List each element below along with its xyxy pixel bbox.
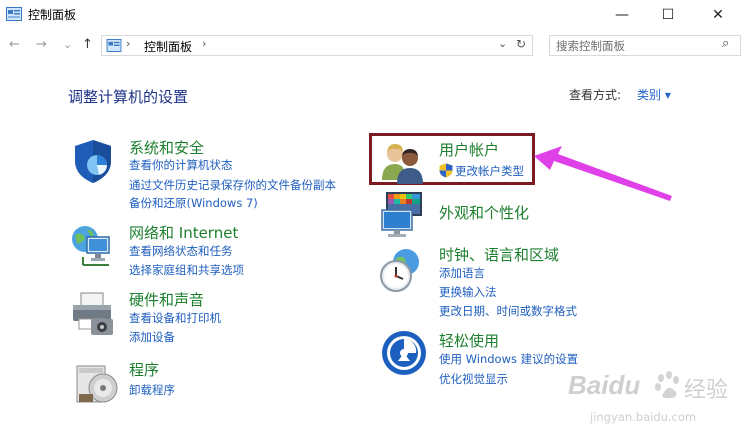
title-bar: 控制面板 — ☐ ✕	[0, 0, 745, 30]
maximize-button[interactable]: ☐	[645, 0, 691, 30]
link-devices-printers[interactable]: 查看设备和打印机	[129, 310, 221, 326]
shield-icon[interactable]	[69, 137, 117, 185]
category-clock-language-region[interactable]: 时钟、语言和区域	[439, 244, 559, 265]
view-by-label: 查看方式:	[569, 88, 622, 102]
recent-locations-button[interactable]: ⌄	[63, 38, 72, 51]
maximize-icon: ☐	[661, 7, 675, 23]
clock-globe-icon[interactable]	[378, 246, 426, 294]
minimize-icon: —	[615, 7, 629, 23]
watermark-cn: 经验	[684, 378, 729, 403]
category-network-internet[interactable]: 网络和 Internet	[129, 222, 238, 243]
category-programs[interactable]: 程序	[129, 359, 159, 380]
breadcrumb-control-panel[interactable]: 控制面板	[144, 38, 192, 55]
view-by-value: 类别	[637, 88, 662, 102]
close-icon: ✕	[712, 7, 724, 23]
link-add-language[interactable]: 添加语言	[439, 265, 485, 281]
ease-of-access-icon[interactable]	[380, 329, 428, 377]
link-change-date-time-format[interactable]: 更改日期、时间或数字格式	[439, 303, 577, 319]
control-panel-icon	[6, 7, 22, 21]
back-button[interactable]: ←	[9, 37, 20, 52]
link-change-account-type[interactable]: 更改帐户类型	[455, 163, 524, 179]
address-dropdown-icon[interactable]: ⌄	[498, 37, 507, 50]
link-change-input-method[interactable]: 更换输入法	[439, 284, 497, 300]
monitor-palette-icon[interactable]	[378, 190, 426, 238]
baidu-paw-icon	[655, 371, 679, 399]
users-icon[interactable]	[378, 138, 426, 186]
up-button[interactable]: ↑	[82, 37, 93, 52]
watermark-brand: Baidu	[568, 370, 641, 400]
category-ease-of-access[interactable]: 轻松使用	[439, 330, 499, 351]
address-field[interactable]: › 控制面板 › ⌄ ↻	[101, 35, 533, 56]
link-view-computer-status[interactable]: 查看你的计算机状态	[129, 157, 233, 173]
uac-shield-icon	[439, 163, 453, 178]
window-title: 控制面板	[28, 8, 77, 22]
page-heading: 调整计算机的设置	[68, 88, 189, 106]
forward-button[interactable]: →	[36, 37, 47, 52]
link-backup-restore[interactable]: 备份和还原(Windows 7)	[129, 195, 258, 211]
category-hardware-sound[interactable]: 硬件和声音	[129, 289, 204, 310]
link-uninstall-program[interactable]: 卸载程序	[129, 382, 175, 398]
close-button[interactable]: ✕	[695, 0, 741, 30]
minimize-button[interactable]: —	[599, 0, 645, 30]
annotation-arrow	[534, 146, 672, 201]
search-icon[interactable]: ⌕	[722, 36, 729, 51]
watermark-url: jingyan.baidu.com	[590, 410, 697, 424]
search-input[interactable]: 搜索控制面板 ⌕	[549, 35, 741, 56]
link-add-device[interactable]: 添加设备	[129, 329, 175, 345]
link-network-status[interactable]: 查看网络状态和任务	[129, 243, 233, 259]
breadcrumb-separator-icon[interactable]: ›	[202, 37, 206, 50]
category-appearance[interactable]: 外观和个性化	[439, 202, 529, 223]
printer-icon[interactable]	[69, 289, 117, 337]
network-globe-icon[interactable]	[69, 221, 117, 269]
search-placeholder: 搜索控制面板	[556, 39, 625, 53]
control-panel-icon	[106, 39, 122, 52]
chevron-down-icon: ▾	[664, 88, 671, 102]
link-recommended-settings[interactable]: 使用 Windows 建议的设置	[439, 351, 578, 367]
category-system-security[interactable]: 系统和安全	[129, 137, 204, 158]
link-optimize-visual-display[interactable]: 优化视觉显示	[439, 371, 508, 387]
breadcrumb-separator-icon: ›	[126, 37, 131, 50]
programs-disc-icon[interactable]	[73, 358, 121, 406]
baidu-watermark: Baidu 经验 jingyan.baidu.com	[566, 364, 740, 434]
category-user-accounts[interactable]: 用户帐户	[439, 139, 499, 160]
link-file-history[interactable]: 通过文件历史记录保存你的文件备份副本	[129, 177, 336, 193]
refresh-icon[interactable]: ↻	[516, 37, 526, 51]
view-by-dropdown[interactable]: 类别 ▾	[637, 86, 671, 103]
link-homegroup-sharing[interactable]: 选择家庭组和共享选项	[129, 262, 244, 278]
